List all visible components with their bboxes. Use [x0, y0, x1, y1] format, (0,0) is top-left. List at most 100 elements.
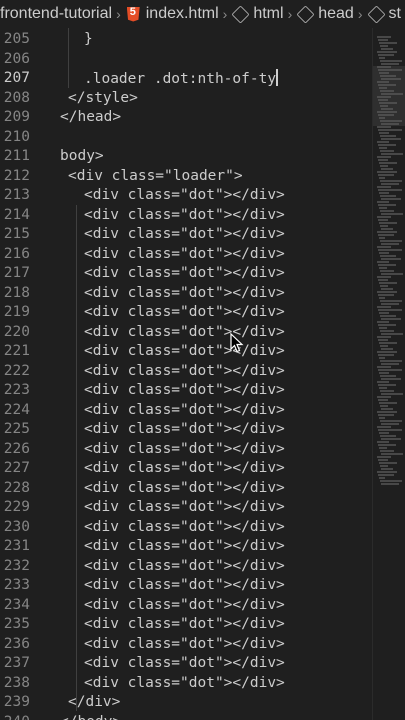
- code-line[interactable]: 223 <div class="dot"></div>: [0, 381, 372, 401]
- minimap-line: [378, 354, 394, 356]
- code-line[interactable]: 206: [0, 50, 372, 70]
- code-line[interactable]: 221 <div class="dot"></div>: [0, 342, 372, 362]
- line-number: 236: [3, 635, 30, 652]
- minimap-line: [378, 264, 396, 266]
- minimap-line: [377, 396, 391, 398]
- line-number: 234: [3, 596, 30, 613]
- line-number: 209: [3, 109, 30, 125]
- breadcrumb-head-label: head: [318, 5, 354, 22]
- code-line[interactable]: 212 <div class="loader">: [0, 167, 372, 187]
- minimap-line: [378, 324, 396, 326]
- minimap-line: [377, 171, 397, 173]
- minimap-line: [380, 105, 388, 107]
- minimap-line: [379, 237, 385, 239]
- code-text: <div class="dot"></div>: [84, 226, 285, 242]
- minimap-line: [377, 336, 391, 338]
- code-line[interactable]: 231 <div class="dot"></div>: [0, 537, 372, 557]
- minimap-line: [377, 231, 397, 233]
- code-line[interactable]: 213 <div class="dot"></div>: [0, 186, 372, 206]
- code-line[interactable]: 215 <div class="dot"></div>: [0, 225, 372, 245]
- minimap-line: [378, 399, 388, 401]
- minimap-line: [381, 288, 393, 290]
- line-number: 213: [3, 187, 30, 203]
- code-line[interactable]: 210: [0, 128, 372, 148]
- line-number: 225: [3, 421, 30, 437]
- code-line[interactable]: 237 <div class="dot"></div>: [0, 654, 372, 674]
- minimap-line: [379, 447, 387, 449]
- code-line[interactable]: 220 <div class="dot"></div>: [0, 323, 372, 343]
- line-number: 214: [3, 206, 30, 223]
- code-text: <div class="dot"></div>: [84, 362, 285, 379]
- minimap-line: [377, 276, 391, 278]
- code-line[interactable]: 235 <div class="dot"></div>: [0, 615, 372, 635]
- line-number: 226: [3, 440, 30, 457]
- breadcrumb-separator: ›: [357, 6, 363, 22]
- breadcrumb-style-node[interactable]: st: [366, 4, 401, 24]
- breadcrumb-folder[interactable]: frontend-tutorial: [0, 5, 112, 23]
- line-number: 223: [3, 382, 30, 398]
- minimap-line: [377, 261, 389, 263]
- code-text: <div class="dot"></div>: [84, 440, 285, 457]
- code-text: <div class="dot"></div>: [84, 479, 285, 496]
- code-line[interactable]: 222 <div class="dot"></div>: [0, 362, 372, 382]
- code-line[interactable]: 205}: [0, 30, 372, 50]
- code-line[interactable]: 211 body>: [0, 147, 372, 167]
- code-line[interactable]: 233 <div class="dot"></div>: [0, 576, 372, 596]
- line-number: 237: [3, 655, 30, 671]
- code-line[interactable]: 219 <div class="dot"></div>: [0, 303, 372, 323]
- minimap-line: [378, 144, 396, 146]
- minimap-line: [377, 216, 391, 218]
- code-text: <div class="dot"></div>: [84, 323, 285, 340]
- minimap-line: [379, 147, 387, 149]
- minimap-line: [381, 183, 399, 185]
- minimap-line: [380, 285, 388, 287]
- code-line[interactable]: 239 </div>: [0, 693, 372, 713]
- code-text: <div class="dot"></div>: [84, 382, 285, 398]
- breadcrumb-html-node[interactable]: html: [231, 4, 284, 24]
- code-line[interactable]: 232 <div class="dot"></div>: [0, 557, 372, 577]
- code-text: <div class="dot"></div>: [84, 187, 285, 203]
- minimap-line: [378, 84, 396, 86]
- code-line[interactable]: 217 <div class="dot"></div>: [0, 264, 372, 284]
- minimap-line: [378, 204, 396, 206]
- code-line[interactable]: 234 <div class="dot"></div>: [0, 596, 372, 616]
- code-line[interactable]: 207 .loader .dot:nth-of-ty: [0, 69, 372, 89]
- code-line[interactable]: 226 <div class="dot"></div>: [0, 440, 372, 460]
- code-line[interactable]: 224 <div class="dot"></div>: [0, 401, 372, 421]
- minimap-line: [378, 159, 388, 161]
- code-editor[interactable]: 205} 206 207 .loader .dot:nth-of-ty 208 </sty…: [0, 28, 372, 720]
- code-line[interactable]: 216 <div class="dot"></div>: [0, 245, 372, 265]
- line-number: 221: [3, 343, 30, 359]
- code-line[interactable]: 218 <div class="dot"></div>: [0, 284, 372, 304]
- minimap-line: [379, 192, 389, 194]
- code-line[interactable]: 225 <div class="dot"></div>: [0, 420, 372, 440]
- breadcrumb-head-node[interactable]: head: [296, 4, 354, 24]
- code-line[interactable]: 238 <div class="dot"></div>: [0, 674, 372, 694]
- minimap-line: [379, 57, 385, 59]
- html5-icon: [126, 6, 140, 22]
- minimap-line: [379, 132, 389, 134]
- minimap-line: [379, 72, 389, 74]
- code-line[interactable]: 228 <div class="dot"></div>: [0, 479, 372, 499]
- code-line[interactable]: 208 </style>: [0, 89, 372, 109]
- code-line[interactable]: 227 <div class="dot"></div>: [0, 459, 372, 479]
- minimap-line: [378, 219, 388, 221]
- line-number: 228: [3, 479, 30, 496]
- cube-icon: [231, 4, 250, 24]
- line-number: 230: [3, 518, 30, 535]
- minimap-line: [381, 348, 393, 350]
- code-line[interactable]: 229 <div class="dot"></div>: [0, 498, 372, 518]
- code-text: </head>: [60, 109, 122, 125]
- line-number: 211: [3, 148, 30, 164]
- code-text: <div class="dot"></div>: [84, 635, 285, 652]
- minimap[interactable]: [372, 28, 405, 720]
- code-line[interactable]: 230 <div class="dot"></div>: [0, 518, 372, 538]
- breadcrumb-file[interactable]: index.html: [125, 5, 219, 23]
- code-line[interactable]: 209 </head>: [0, 108, 372, 128]
- code-line[interactable]: 214 <div class="dot"></div>: [0, 206, 372, 226]
- code-line[interactable]: 240 </body>: [0, 713, 372, 720]
- line-number: 235: [3, 616, 30, 632]
- minimap-line: [378, 54, 394, 56]
- code-line[interactable]: 236 <div class="dot"></div>: [0, 635, 372, 655]
- minimap-line: [380, 225, 388, 227]
